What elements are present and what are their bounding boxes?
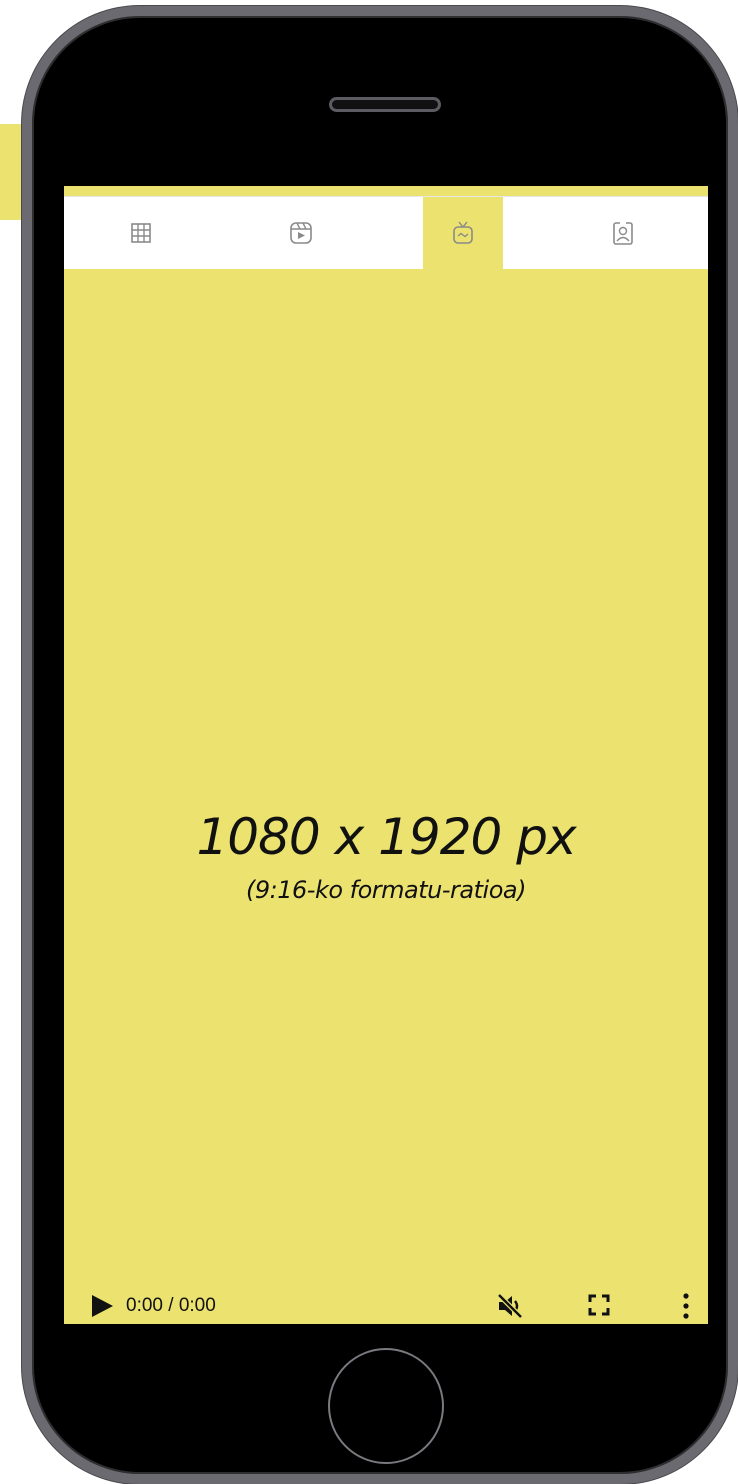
fullscreen-icon[interactable] <box>586 1292 612 1318</box>
tab-reels[interactable] <box>261 197 341 269</box>
tagged-icon <box>613 222 633 245</box>
more-options-icon[interactable] <box>674 1290 698 1322</box>
grid-icon <box>131 223 151 243</box>
mute-icon[interactable] <box>494 1290 526 1322</box>
reels-icon <box>290 222 312 244</box>
play-icon[interactable] <box>89 1294 115 1318</box>
igtv-icon <box>453 221 473 244</box>
tab-tagged[interactable] <box>583 197 663 269</box>
phone-screen: 1080 x 1920 px (9:16-ko formatu-ratioa) … <box>64 186 708 1324</box>
page: 1080 x 1920 px (9:16-ko formatu-ratioa) … <box>0 0 738 1484</box>
video-time: 0:00 / 0:00 <box>126 1295 216 1316</box>
tab-posts[interactable] <box>101 197 181 269</box>
phone-speaker <box>329 97 441 112</box>
phone-frame: 1080 x 1920 px (9:16-ko formatu-ratioa) … <box>22 6 738 1484</box>
video-controls: 0:00 / 0:00 <box>64 1292 708 1324</box>
tab-igtv[interactable] <box>423 197 503 269</box>
home-button[interactable] <box>328 1348 444 1464</box>
video-player[interactable]: 1080 x 1920 px (9:16-ko formatu-ratioa) … <box>64 268 708 1324</box>
video-ratio-text: (9:16-ko formatu-ratioa) <box>246 876 526 904</box>
video-dimensions-text: 1080 x 1920 px <box>196 808 576 866</box>
profile-tab-bar <box>64 196 708 269</box>
